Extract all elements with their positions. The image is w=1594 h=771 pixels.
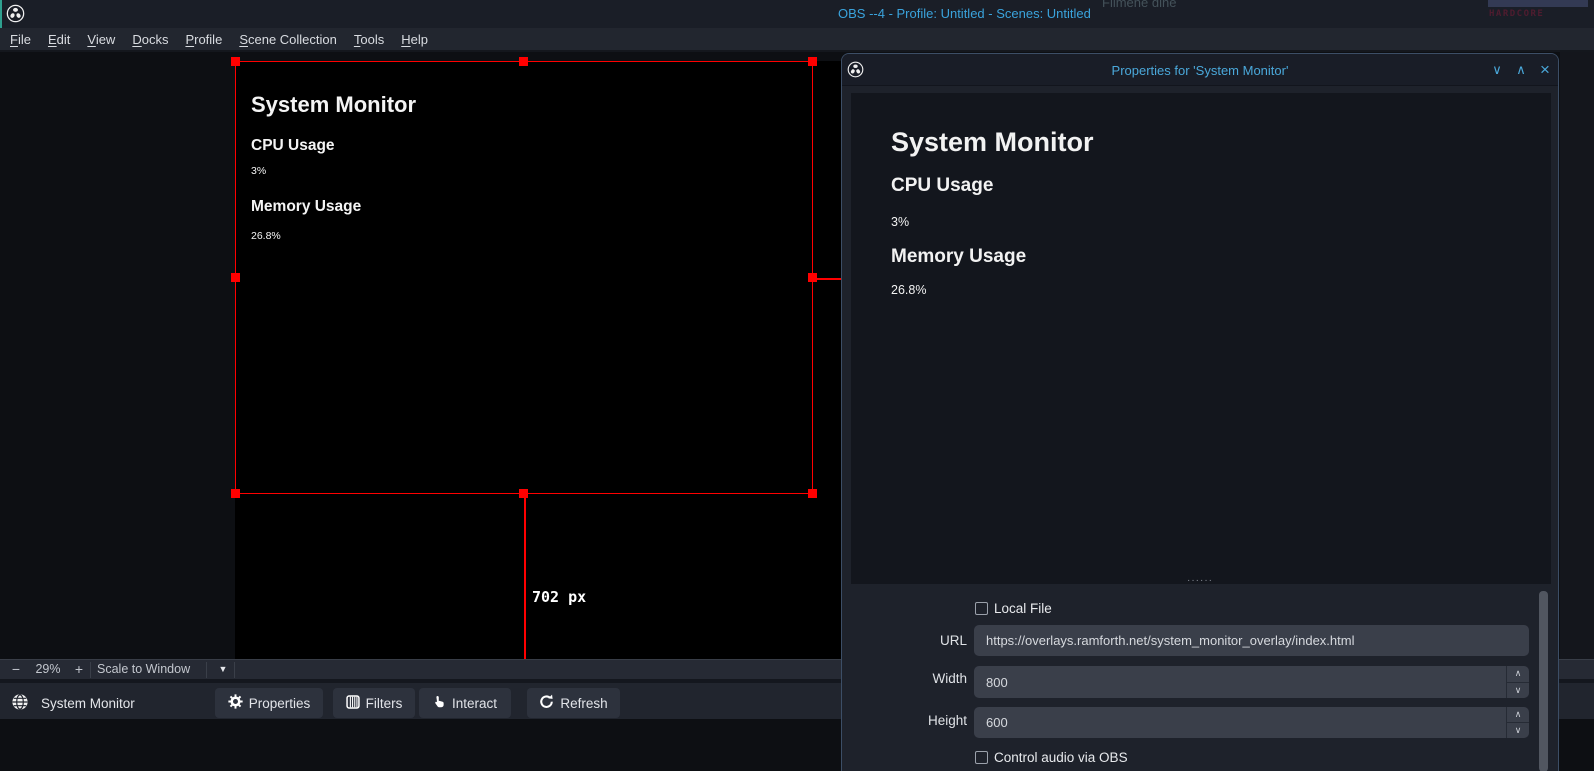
height-value[interactable]: 600 bbox=[986, 707, 1008, 738]
window-title: OBS --4 - Profile: Untitled - Scenes: Un… bbox=[838, 6, 1091, 21]
properties-dialog-title: Properties for 'System Monitor' bbox=[842, 63, 1558, 78]
width-value[interactable]: 800 bbox=[986, 666, 1008, 698]
height-spinner: ∧ ∨ bbox=[1506, 707, 1529, 738]
filters-button-label: Filters bbox=[366, 696, 403, 711]
width-increment-button[interactable]: ∧ bbox=[1507, 666, 1529, 683]
overlay-cpu-value: 3% bbox=[891, 215, 909, 229]
desktop-ghost-text: Filmene dine bbox=[1102, 0, 1176, 10]
local-file-row: Local File bbox=[975, 601, 1052, 616]
url-label: URL bbox=[842, 633, 967, 648]
overlay-memory-heading: Memory Usage bbox=[891, 246, 1026, 268]
refresh-icon bbox=[539, 694, 554, 712]
dialog-unshade-button[interactable]: ∧ bbox=[1512, 60, 1530, 80]
menu-edit[interactable]: Edit bbox=[48, 32, 70, 47]
preview-splitter-handle[interactable]: ······ bbox=[842, 576, 1558, 586]
menu-profile[interactable]: Profile bbox=[185, 32, 222, 47]
filter-icon bbox=[346, 695, 360, 712]
resize-handle-top-right[interactable] bbox=[808, 57, 817, 66]
distance-guide-label: 702 px bbox=[532, 588, 586, 606]
filters-button[interactable]: Filters bbox=[333, 688, 415, 718]
resize-handle-top-left[interactable] bbox=[231, 57, 240, 66]
resize-handle-top-center[interactable] bbox=[519, 57, 528, 66]
obs-logo-icon bbox=[6, 4, 25, 23]
control-audio-row: Control audio via OBS bbox=[975, 750, 1128, 765]
local-file-checkbox[interactable] bbox=[975, 602, 988, 615]
menu-file[interactable]: File bbox=[10, 32, 31, 47]
menubar: File Edit View Docks Profile Scene Colle… bbox=[0, 28, 1594, 52]
zoom-bar-separator bbox=[234, 662, 235, 678]
resize-handle-bottom-left[interactable] bbox=[231, 489, 240, 498]
control-audio-checkbox[interactable] bbox=[975, 751, 988, 764]
overlay-memory-value: 26.8% bbox=[891, 283, 926, 297]
properties-source-preview: System Monitor CPU Usage 3% Memory Usage… bbox=[851, 93, 1551, 584]
wallpaper-ghost-text: HARDCORE bbox=[1489, 9, 1544, 19]
height-increment-button[interactable]: ∧ bbox=[1507, 707, 1529, 723]
height-label: Height bbox=[842, 713, 967, 728]
menu-view[interactable]: View bbox=[87, 32, 115, 47]
scale-mode-dropdown-arrow-icon[interactable]: ▼ bbox=[214, 660, 232, 680]
zoom-out-button[interactable]: − bbox=[8, 660, 24, 680]
interact-button[interactable]: Interact bbox=[419, 688, 511, 718]
dialog-scrollbar[interactable] bbox=[1539, 591, 1548, 771]
dialog-shade-button[interactable]: ∨ bbox=[1488, 60, 1506, 80]
control-audio-label: Control audio via OBS bbox=[994, 750, 1128, 765]
width-label: Width bbox=[842, 671, 967, 686]
window-titlebar: Filmene dine HARDCORE OBS --4 - Profile:… bbox=[0, 0, 1594, 28]
properties-button-label: Properties bbox=[249, 696, 311, 711]
browser-source-globe-icon bbox=[12, 694, 28, 710]
dialog-close-button[interactable]: × bbox=[1536, 60, 1554, 80]
properties-button[interactable]: Properties bbox=[215, 688, 323, 718]
source-selection-box[interactable] bbox=[235, 61, 813, 494]
height-spinbox[interactable]: 600 ∧ ∨ bbox=[974, 707, 1529, 738]
desktop-ghost-logo bbox=[1488, 0, 1588, 7]
selected-source-name: System Monitor bbox=[41, 696, 135, 711]
menu-scene-collection[interactable]: Scene Collection bbox=[239, 32, 337, 47]
height-decrement-button[interactable]: ∨ bbox=[1507, 723, 1529, 738]
resize-handle-middle-right[interactable] bbox=[808, 273, 817, 282]
window-edge-accent bbox=[0, 0, 2, 28]
overlay-title: System Monitor bbox=[891, 127, 1094, 158]
gear-icon bbox=[228, 694, 243, 712]
properties-dialog: Properties for 'System Monitor' ∨ ∧ × Sy… bbox=[841, 53, 1559, 771]
local-file-label: Local File bbox=[994, 601, 1052, 616]
resize-handle-bottom-right[interactable] bbox=[808, 489, 817, 498]
selection-right-guide-line bbox=[813, 278, 841, 280]
width-decrement-button[interactable]: ∨ bbox=[1507, 683, 1529, 699]
refresh-button-label: Refresh bbox=[560, 696, 607, 711]
zoom-bar-separator bbox=[90, 662, 91, 678]
scale-mode-dropdown[interactable]: Scale to Window bbox=[97, 660, 190, 680]
menu-tools[interactable]: Tools bbox=[354, 32, 384, 47]
background-panel-strip bbox=[1560, 52, 1594, 711]
zoom-level-value: 29% bbox=[34, 660, 62, 680]
menu-help[interactable]: Help bbox=[401, 32, 428, 47]
interact-button-label: Interact bbox=[452, 696, 497, 711]
zoom-in-button[interactable]: + bbox=[71, 660, 87, 680]
resize-handle-middle-left[interactable] bbox=[231, 273, 240, 282]
width-spinner: ∧ ∨ bbox=[1506, 666, 1529, 698]
url-input[interactable] bbox=[974, 625, 1529, 656]
hand-pointer-icon bbox=[433, 695, 446, 711]
zoom-bar-separator bbox=[206, 662, 207, 678]
properties-dialog-titlebar[interactable]: Properties for 'System Monitor' ∨ ∧ × bbox=[842, 54, 1558, 86]
overlay-cpu-heading: CPU Usage bbox=[891, 175, 993, 197]
refresh-button[interactable]: Refresh bbox=[527, 688, 620, 718]
menu-docks[interactable]: Docks bbox=[132, 32, 168, 47]
width-spinbox[interactable]: 800 ∧ ∨ bbox=[974, 666, 1529, 698]
